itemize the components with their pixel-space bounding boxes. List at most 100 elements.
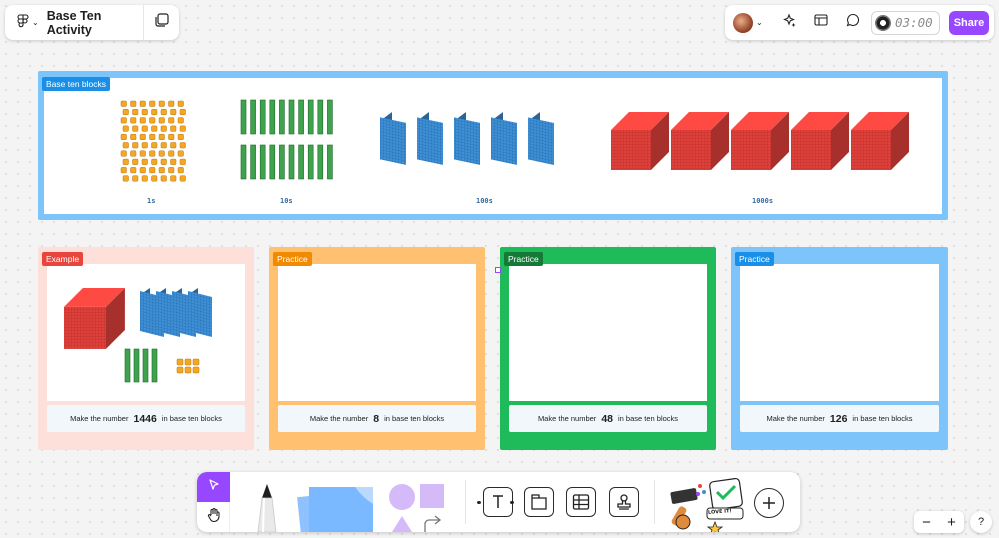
target-number: 1446 xyxy=(133,412,157,425)
ones-block xyxy=(132,158,139,165)
comment-button[interactable] xyxy=(839,9,867,37)
ones-block xyxy=(168,167,175,174)
instruction-text: in base ten blocks xyxy=(161,414,222,423)
tens-rod xyxy=(279,144,285,180)
practice-frame[interactable]: Make the number 126 in base ten blocks P… xyxy=(731,247,948,450)
ones-block xyxy=(179,175,186,182)
ones-block xyxy=(139,100,146,107)
section-tool[interactable] xyxy=(524,487,554,517)
sticky-note-tool[interactable] xyxy=(297,482,379,538)
ones-block xyxy=(139,117,146,124)
text-tool[interactable] xyxy=(483,487,513,517)
example-blocks xyxy=(64,288,212,383)
ones-block xyxy=(176,358,184,366)
zoom-out-button[interactable]: − xyxy=(922,514,931,531)
section-content xyxy=(44,78,942,214)
cursor-tools xyxy=(197,472,230,532)
marker-tool[interactable] xyxy=(249,480,285,537)
ones-block xyxy=(120,117,127,124)
instruction-text: Make the number xyxy=(537,414,597,423)
ones-block xyxy=(176,366,184,374)
base-ten-section[interactable]: Base ten blocks 1s 10s 100s 1000s xyxy=(38,71,948,220)
shapes-tool[interactable] xyxy=(387,482,449,537)
ones-block xyxy=(120,100,127,107)
ones-block xyxy=(179,142,186,149)
ones-block xyxy=(151,109,158,116)
ones-block xyxy=(158,150,165,157)
hundreds-grid xyxy=(380,117,406,165)
ones-block xyxy=(168,150,175,157)
ones-block xyxy=(177,133,184,140)
selection-handle[interactable] xyxy=(495,267,501,273)
ones-block xyxy=(151,175,158,182)
select-tool[interactable] xyxy=(197,472,230,502)
ones-block xyxy=(132,175,139,182)
instruction-text: in base ten blocks xyxy=(852,414,913,423)
timer-widget[interactable]: 03:00 xyxy=(871,10,940,35)
stickers-tool[interactable] xyxy=(667,476,749,537)
ones-block xyxy=(179,158,186,165)
ones-block xyxy=(149,100,156,107)
user-menu[interactable]: ⌄ xyxy=(733,12,771,33)
instruction-card[interactable]: Make the number 8 in base ten blocks xyxy=(278,405,476,432)
frame-canvas xyxy=(278,264,476,401)
ones-block xyxy=(170,109,177,116)
target-number: 48 xyxy=(601,412,613,425)
tens-rod xyxy=(307,144,314,180)
tens-label: 10s xyxy=(280,197,293,205)
ones-block xyxy=(139,167,146,174)
stamp-tool[interactable] xyxy=(609,487,639,517)
ones-block xyxy=(132,125,139,132)
ones-block xyxy=(158,117,165,124)
example-frame[interactable]: Make the number 1446 in base ten blocks … xyxy=(38,247,254,450)
tens-rod xyxy=(288,144,295,180)
cursor-icon xyxy=(208,478,220,496)
tens-rod xyxy=(259,99,266,135)
creation-toolbar: LOVE IT! xyxy=(197,472,800,538)
more-tool[interactable] xyxy=(754,488,784,518)
ones-block xyxy=(130,167,137,174)
shapes-icon xyxy=(389,484,444,532)
frame-canvas xyxy=(740,264,939,401)
toolbar-divider xyxy=(465,480,466,524)
ones-block xyxy=(141,125,148,132)
practice-frame[interactable]: Make the number 8 in base ten blocks Pra… xyxy=(269,247,485,450)
tens-rod xyxy=(317,144,324,180)
ones-block xyxy=(160,125,167,132)
ones-block xyxy=(149,167,156,174)
table-tool[interactable] xyxy=(566,487,596,517)
hundreds-grid xyxy=(491,117,517,165)
frame-label: Practice xyxy=(735,252,774,266)
thousands-cubes xyxy=(611,112,909,170)
ones-block xyxy=(151,158,158,165)
ones-block xyxy=(151,125,158,132)
file-title[interactable]: Base Ten Activity xyxy=(47,9,143,37)
ones-block xyxy=(168,100,175,107)
pages-button[interactable] xyxy=(143,5,179,40)
instruction-text: Make the number xyxy=(70,414,129,423)
share-button[interactable]: Share xyxy=(949,10,989,35)
ones-block xyxy=(170,175,177,182)
zoom-in-button[interactable]: + xyxy=(947,514,956,531)
practice-frame[interactable]: Make the number 48 in base ten blocks Pr… xyxy=(500,247,716,450)
help-button[interactable]: ? xyxy=(970,511,992,533)
ones-block xyxy=(120,167,127,174)
ones-block xyxy=(192,366,200,374)
layout-button[interactable] xyxy=(807,9,835,37)
ones-block xyxy=(170,142,177,149)
instruction-text: in base ten blocks xyxy=(618,414,679,423)
instruction-card[interactable]: Make the number 48 in base ten blocks xyxy=(509,405,707,432)
ai-sparkle-button[interactable] xyxy=(775,9,803,37)
toolbar-divider xyxy=(654,480,655,524)
instruction-card[interactable]: Make the number 1446 in base ten blocks xyxy=(47,405,245,432)
tens-rod xyxy=(250,144,256,180)
hundreds-grid xyxy=(417,117,443,165)
hand-icon xyxy=(206,507,222,528)
instruction-card[interactable]: Make the number 126 in base ten blocks xyxy=(740,405,939,432)
ones-block xyxy=(122,142,129,149)
instruction-text: Make the number xyxy=(309,414,369,423)
text-tool-handle xyxy=(510,501,514,504)
tens-rod xyxy=(307,99,314,135)
hand-tool[interactable] xyxy=(197,502,230,532)
main-menu-button[interactable]: ⌄ xyxy=(5,5,47,40)
